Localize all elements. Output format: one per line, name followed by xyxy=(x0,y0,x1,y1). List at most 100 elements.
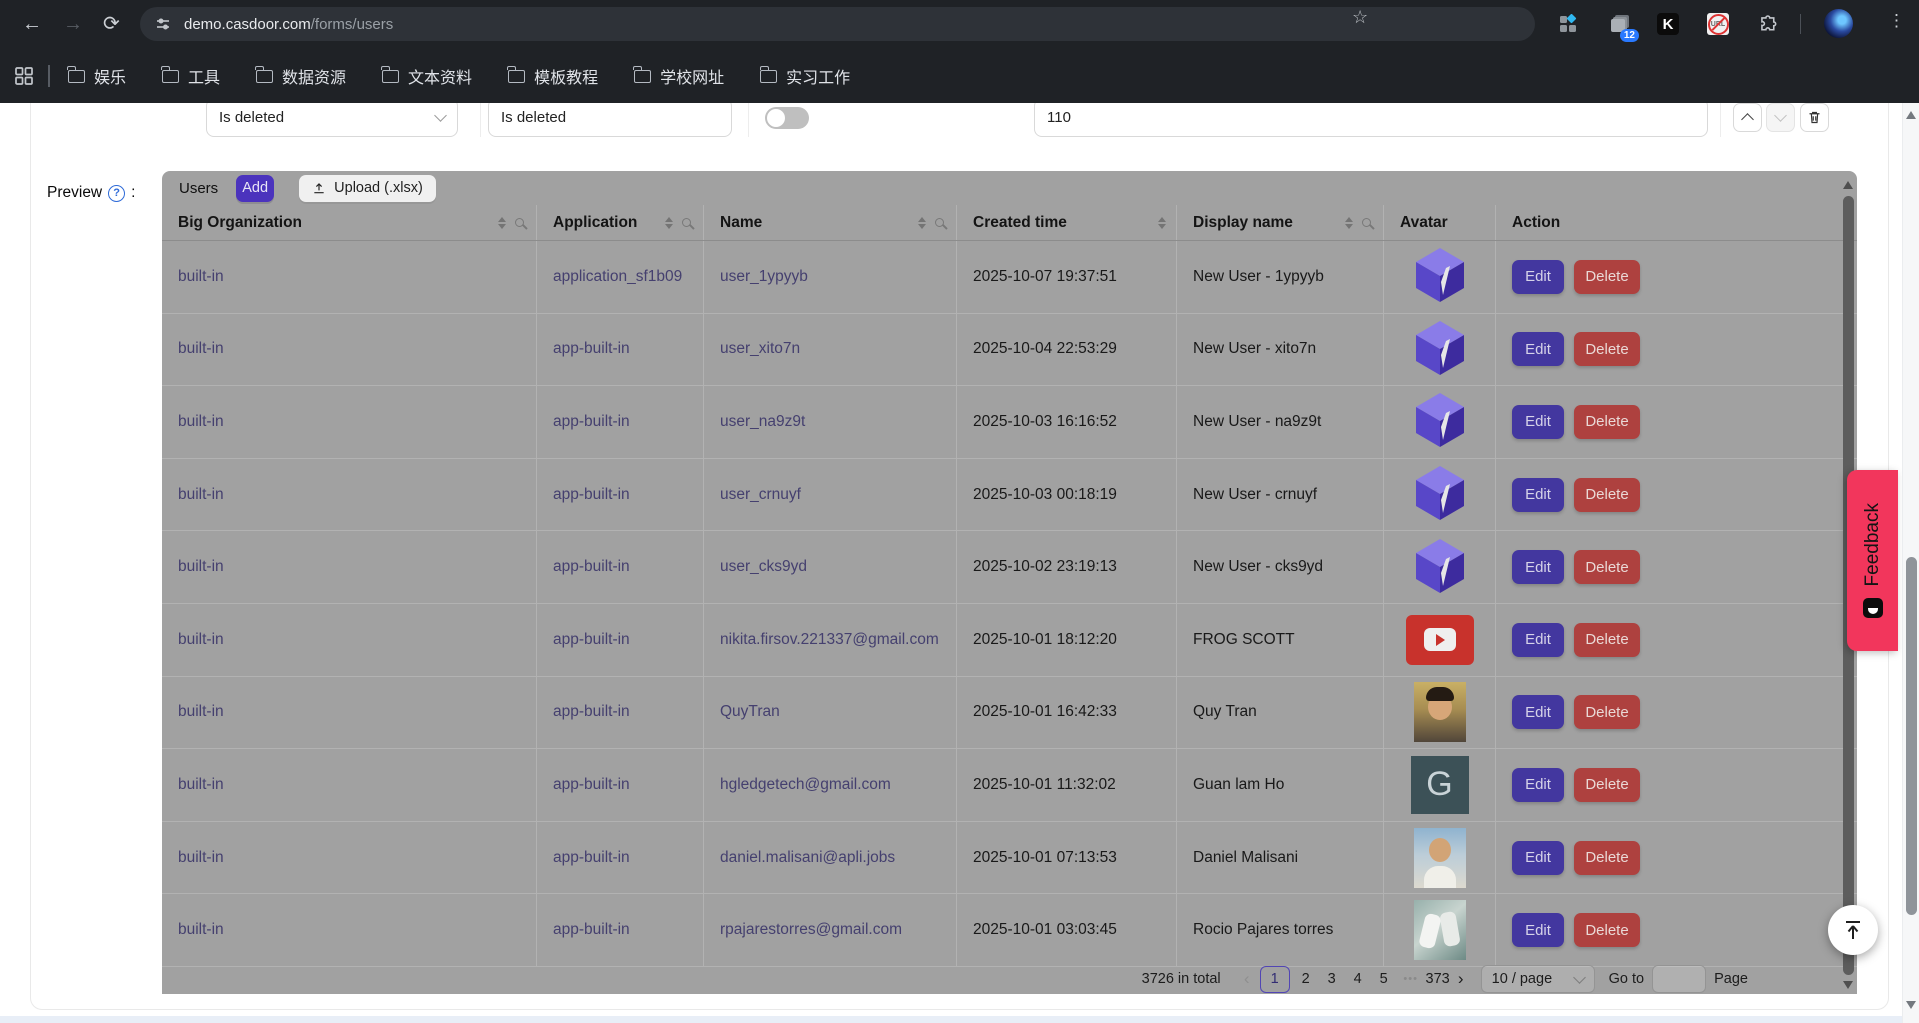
is-deleted-input[interactable]: Is deleted xyxy=(488,103,732,137)
apps-grid-icon[interactable] xyxy=(14,66,34,86)
edit-button[interactable]: Edit xyxy=(1512,405,1564,439)
organization-link[interactable]: built-in xyxy=(178,703,224,721)
application-link[interactable]: app-built-in xyxy=(553,413,630,431)
page-3[interactable]: 3 xyxy=(1319,971,1345,987)
goto-page-input[interactable] xyxy=(1652,965,1706,993)
delete-button[interactable]: Delete xyxy=(1574,695,1640,729)
browser-scrollbar[interactable] xyxy=(1902,103,1919,1023)
page-size-select[interactable]: 10 / page xyxy=(1481,965,1595,993)
extension-k-icon[interactable]: K xyxy=(1656,12,1680,36)
extension-tabs-icon[interactable]: 12 xyxy=(1608,12,1632,36)
help-circle-icon[interactable]: ? xyxy=(108,185,125,202)
delete-row-button[interactable] xyxy=(1800,103,1829,132)
sort-carets-icon[interactable] xyxy=(498,217,506,229)
forward-icon[interactable]: → xyxy=(63,11,83,37)
delete-button[interactable]: Delete xyxy=(1574,768,1640,802)
bookmark-folder[interactable]: 实习工作 xyxy=(760,64,850,88)
feedback-button[interactable]: Feedback xyxy=(1847,470,1898,651)
sort-carets-icon[interactable] xyxy=(918,217,926,229)
user-name-link[interactable]: hgledgetech@gmail.com xyxy=(720,776,891,794)
application-link[interactable]: application_sf1b09 xyxy=(553,268,682,286)
bookmark-folder[interactable]: 文本资料 xyxy=(382,64,472,88)
upload-xlsx-button[interactable]: Upload (.xlsx) xyxy=(299,175,436,202)
organization-link[interactable]: built-in xyxy=(178,849,224,867)
edit-button[interactable]: Edit xyxy=(1512,841,1564,875)
application-link[interactable]: app-built-in xyxy=(553,486,630,504)
column-header-big-organization[interactable]: Big Organization xyxy=(162,205,537,240)
prev-page-icon[interactable]: ‹ xyxy=(1237,969,1257,989)
organization-link[interactable]: built-in xyxy=(178,340,224,358)
bookmark-star-icon[interactable]: ☆ xyxy=(1352,7,1368,28)
edit-button[interactable]: Edit xyxy=(1512,260,1564,294)
add-button[interactable]: Add xyxy=(236,175,274,202)
edit-button[interactable]: Edit xyxy=(1512,332,1564,366)
bookmark-folder[interactable]: 娱乐 xyxy=(68,64,126,88)
search-icon[interactable] xyxy=(682,218,691,227)
bookmark-folder[interactable]: 工具 xyxy=(162,64,220,88)
user-name-link[interactable]: user_crnuyf xyxy=(720,486,801,504)
move-down-button[interactable] xyxy=(1766,103,1795,132)
application-link[interactable]: app-built-in xyxy=(553,703,630,721)
edit-button[interactable]: Edit xyxy=(1512,623,1564,657)
column-header-created-time[interactable]: Created time xyxy=(957,205,1177,240)
extension-grid-icon[interactable] xyxy=(1556,12,1580,36)
browser-scrollbar-thumb[interactable] xyxy=(1906,557,1917,915)
application-link[interactable]: app-built-in xyxy=(553,340,630,358)
application-link[interactable]: app-built-in xyxy=(553,776,630,794)
user-name-link[interactable]: rpajarestorres@gmail.com xyxy=(720,921,902,939)
delete-button[interactable]: Delete xyxy=(1574,478,1640,512)
search-icon[interactable] xyxy=(515,218,524,227)
scroll-down-arrow-icon[interactable] xyxy=(1906,1001,1916,1009)
delete-button[interactable]: Delete xyxy=(1574,260,1640,294)
page-1-active[interactable]: 1 xyxy=(1260,966,1290,993)
user-name-link[interactable]: user_na9z9t xyxy=(720,413,805,431)
column-header-name[interactable]: Name xyxy=(704,205,957,240)
profile-avatar[interactable] xyxy=(1824,9,1853,38)
user-name-link[interactable]: user_cks9yd xyxy=(720,558,807,576)
edit-button[interactable]: Edit xyxy=(1512,478,1564,512)
edit-button[interactable]: Edit xyxy=(1512,913,1564,947)
organization-link[interactable]: built-in xyxy=(178,486,224,504)
user-name-link[interactable]: QuyTran xyxy=(720,703,780,721)
bookmark-folder[interactable]: 数据资源 xyxy=(256,64,346,88)
column-header-application[interactable]: Application xyxy=(537,205,704,240)
move-up-button[interactable] xyxy=(1733,103,1762,132)
edit-button[interactable]: Edit xyxy=(1512,768,1564,802)
browser-menu-icon[interactable]: ⋮ xyxy=(1888,11,1905,31)
delete-button[interactable]: Delete xyxy=(1574,623,1640,657)
search-icon[interactable] xyxy=(1362,218,1371,227)
user-name-link[interactable]: daniel.malisani@apli.jobs xyxy=(720,849,895,867)
reload-icon[interactable]: ⟳ xyxy=(103,11,120,37)
page-5[interactable]: 5 xyxy=(1371,971,1397,987)
application-link[interactable]: app-built-in xyxy=(553,631,630,649)
organization-link[interactable]: built-in xyxy=(178,631,224,649)
column-header-display-name[interactable]: Display name xyxy=(1177,205,1384,240)
delete-button[interactable]: Delete xyxy=(1574,913,1640,947)
bookmark-folder[interactable]: 模板教程 xyxy=(508,64,598,88)
user-name-link[interactable]: nikita.firsov.221337@gmail.com xyxy=(720,631,939,649)
extensions-puzzle-icon[interactable] xyxy=(1756,12,1780,36)
delete-button[interactable]: Delete xyxy=(1574,405,1640,439)
edit-button[interactable]: Edit xyxy=(1512,695,1564,729)
user-name-link[interactable]: user_xito7n xyxy=(720,340,800,358)
page-2[interactable]: 2 xyxy=(1293,971,1319,987)
is-deleted-select[interactable]: Is deleted xyxy=(206,103,458,137)
scroll-up-arrow-icon[interactable] xyxy=(1843,181,1853,189)
site-info-icon[interactable] xyxy=(154,15,172,33)
sort-carets-icon[interactable] xyxy=(1345,217,1353,229)
delete-button[interactable]: Delete xyxy=(1574,550,1640,584)
back-icon[interactable]: ← xyxy=(22,11,42,37)
back-to-top-button[interactable] xyxy=(1828,905,1878,955)
sort-carets-icon[interactable] xyxy=(665,217,673,229)
organization-link[interactable]: built-in xyxy=(178,413,224,431)
user-name-link[interactable]: user_1ypyyb xyxy=(720,268,808,286)
page-4[interactable]: 4 xyxy=(1345,971,1371,987)
edit-button[interactable]: Edit xyxy=(1512,550,1564,584)
organization-link[interactable]: built-in xyxy=(178,776,224,794)
scroll-up-arrow-icon[interactable] xyxy=(1906,111,1916,119)
search-icon[interactable] xyxy=(935,218,944,227)
pagination-ellipsis[interactable]: ••• xyxy=(1397,973,1425,985)
next-page-icon[interactable]: › xyxy=(1451,969,1471,989)
toggle-switch-off[interactable] xyxy=(765,107,809,129)
organization-link[interactable]: built-in xyxy=(178,268,224,286)
